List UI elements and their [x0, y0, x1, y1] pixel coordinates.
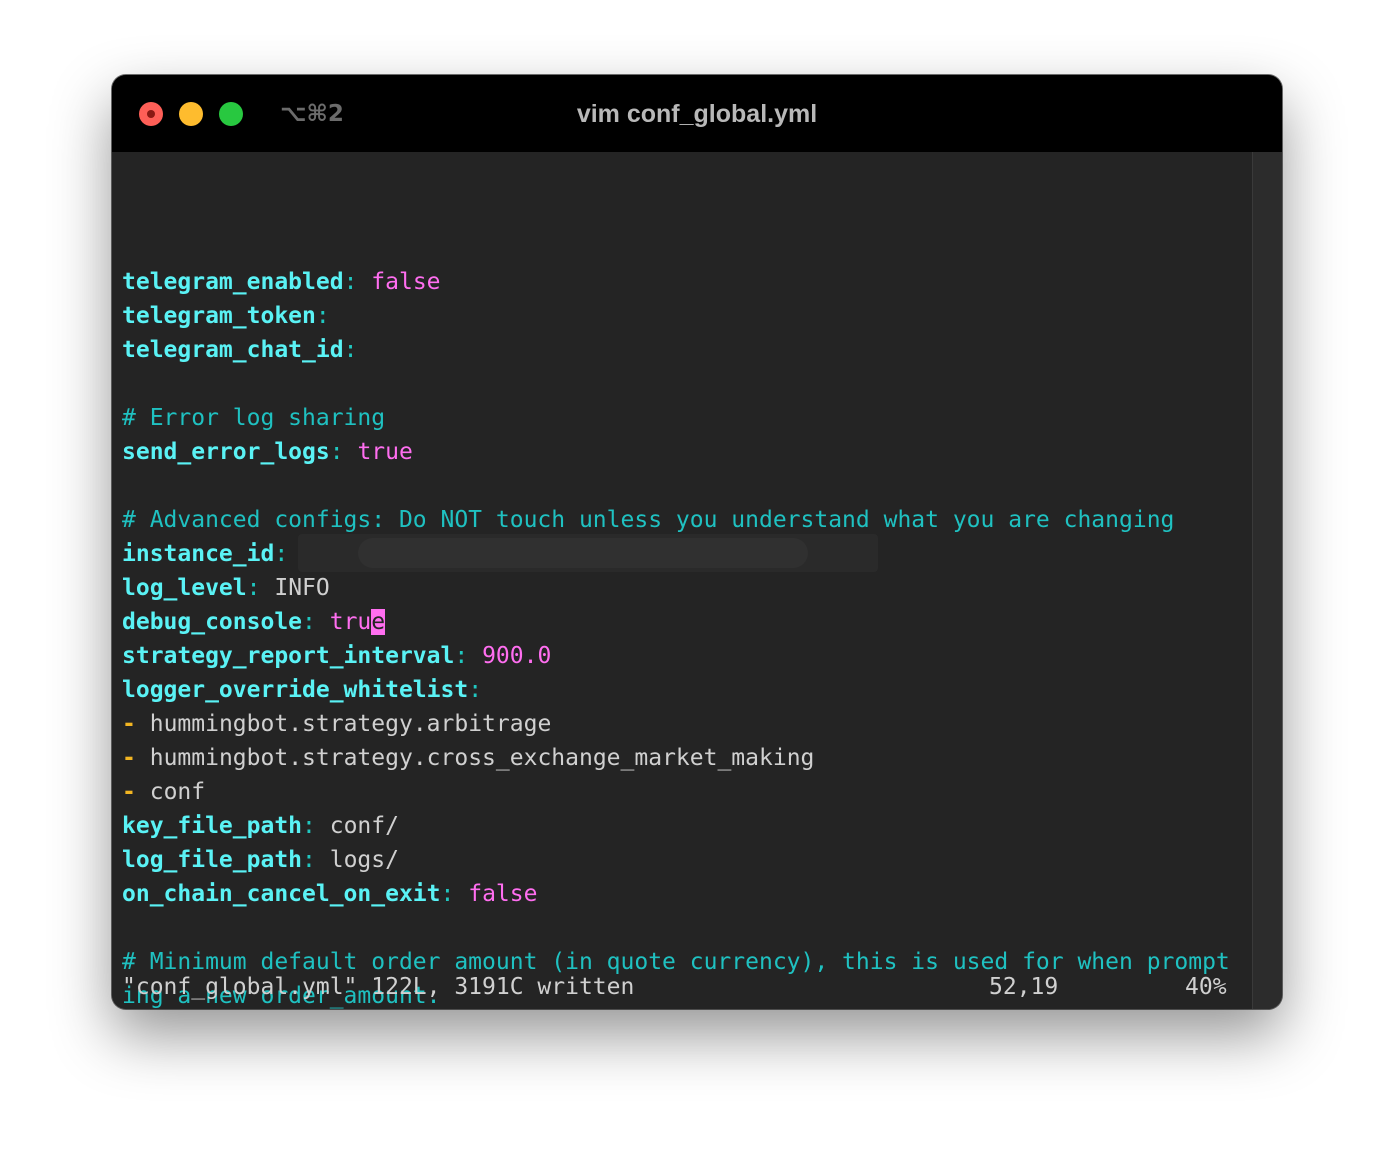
cursor-position: 52,19	[989, 974, 1059, 1000]
code-line: debug_console: true	[122, 609, 386, 635]
list-dash: -	[122, 711, 136, 737]
code-line: strategy_report_interval: 900.0	[122, 643, 552, 669]
yaml-key: telegram_token	[122, 303, 316, 329]
yaml-key: log_file_path	[122, 847, 303, 873]
code-line: log_file_path: logs/	[122, 847, 399, 873]
yaml-key: telegram_chat_id	[122, 337, 344, 363]
redacted-value	[298, 534, 878, 572]
yaml-value: conf/	[329, 813, 399, 839]
yaml-value: logs/	[329, 847, 399, 873]
yaml-key: debug_console	[122, 609, 303, 635]
status-message: "conf_global.yml" 122L, 3191C written	[122, 974, 635, 1000]
yaml-key: logger_override_whitelist	[122, 677, 469, 703]
yaml-value: 900.0	[482, 643, 552, 669]
yaml-value: false	[371, 269, 441, 295]
yaml-key: send_error_logs	[122, 439, 330, 465]
list-item: - conf	[122, 779, 206, 805]
code-line: instance_id:	[122, 541, 289, 567]
window-title: vim conf_global.yml	[576, 100, 818, 128]
list-item: - hummingbot.strategy.cross_exchange_mar…	[122, 745, 815, 771]
code-line: on_chain_cancel_on_exit: false	[122, 881, 538, 907]
yaml-key: key_file_path	[122, 813, 303, 839]
code-line: log_level: INFO	[122, 575, 330, 601]
vim-editor[interactable]: telegram_enabled: false telegram_token: …	[112, 152, 1252, 1009]
list-dash: -	[122, 779, 136, 805]
yaml-key: strategy_report_interval	[122, 643, 455, 669]
list-item: - hummingbot.strategy.arbitrage	[122, 711, 552, 737]
code-line: telegram_enabled: false	[122, 269, 441, 295]
yaml-value: INFO	[274, 575, 330, 601]
yaml-key: log_level	[122, 575, 247, 601]
yaml-value: false	[468, 881, 538, 907]
code-comment: # Error log sharing	[122, 405, 386, 431]
yaml-key: on_chain_cancel_on_exit	[122, 881, 441, 907]
list-dash: -	[122, 745, 136, 771]
code-line: logger_override_whitelist:	[122, 677, 483, 703]
title-bar[interactable]: ⌥⌘2 vim conf_global.yml	[112, 75, 1282, 152]
yaml-key: telegram_enabled	[122, 269, 344, 295]
text-cursor: e	[371, 609, 386, 635]
scroll-percent: 40%	[1185, 974, 1227, 1000]
scrollbar[interactable]	[1252, 152, 1282, 1009]
yaml-value: true	[357, 439, 413, 465]
yaml-key: instance_id	[122, 541, 275, 567]
yaml-value: tru	[329, 609, 372, 635]
code-line: key_file_path: conf/	[122, 813, 399, 839]
terminal-window: ⌥⌘2 vim conf_global.yml telegram_enabled…	[112, 75, 1282, 1009]
code-line: send_error_logs: true	[122, 439, 413, 465]
code-line: telegram_token:	[122, 303, 330, 329]
code-comment: # Advanced configs: Do NOT touch unless …	[122, 507, 1175, 533]
code-line: telegram_chat_id:	[122, 337, 358, 363]
